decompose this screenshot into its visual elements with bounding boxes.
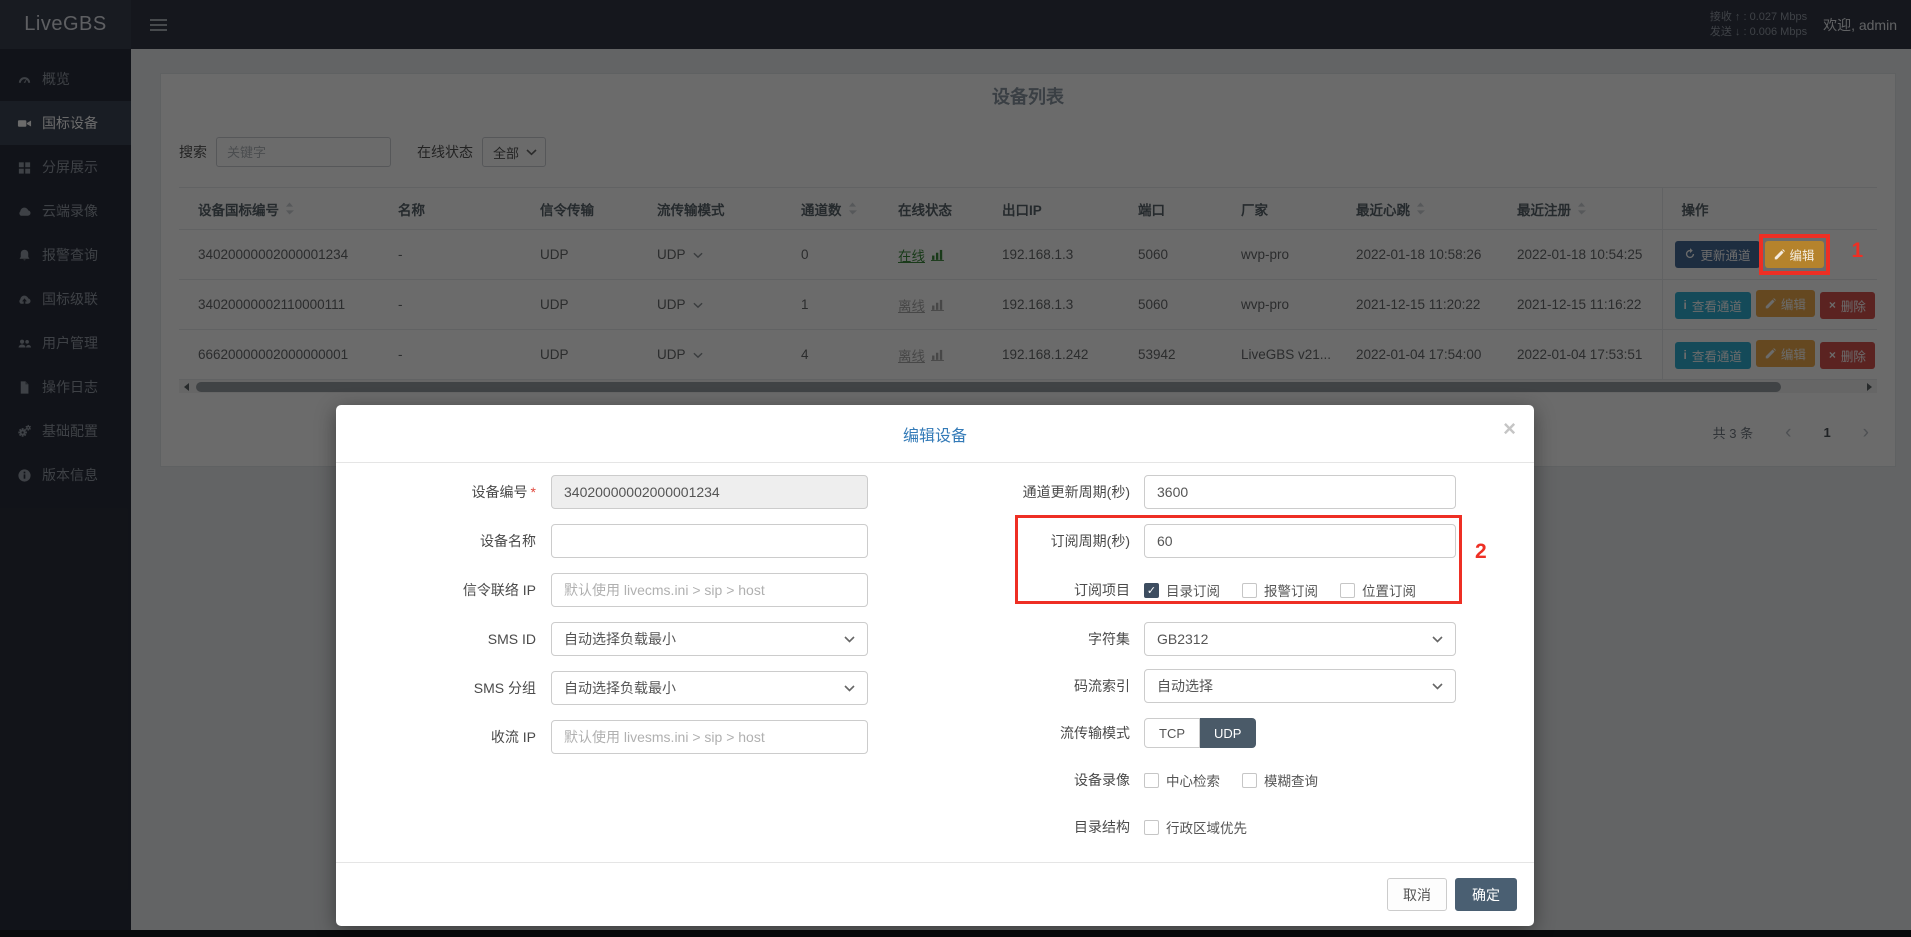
checked-checkbox-icon[interactable]: ✓ (1144, 583, 1159, 598)
form-control: 中心检索 模糊查询 (1144, 770, 1456, 790)
unchecked-checkbox-icon[interactable] (1340, 583, 1355, 598)
form-control (551, 524, 868, 558)
modal-title: 编辑设备 (903, 422, 967, 446)
form-row-channel-update-period: 通道更新周期(秒) (950, 475, 1490, 509)
form-row-subscribe-items: 订阅项目 ✓ 目录订阅 报警订阅 位置订阅 (950, 573, 1490, 607)
form-label: 字符集 (950, 629, 1130, 649)
subscribe-period-field[interactable] (1144, 524, 1456, 558)
form-row-signal-contact-ip: 信令联络 IP (376, 573, 950, 607)
form-label: SMS ID (376, 631, 536, 647)
sms-group-select[interactable]: 自动选择负载最小 (551, 671, 868, 705)
annotation-box-1: 编辑1 (1765, 241, 1824, 268)
charset-select[interactable]: GB2312 (1144, 622, 1456, 656)
checkbox-中心检索[interactable]: 中心检索 (1144, 770, 1220, 790)
form-label: 订阅项目 (950, 580, 1130, 600)
checkbox-label: 中心检索 (1166, 770, 1220, 790)
annotation-number-1: 1 (1852, 239, 1864, 263)
edit-button[interactable]: 编辑 (1765, 241, 1824, 268)
edit-pencil-icon (1774, 249, 1785, 260)
unchecked-checkbox-icon[interactable] (1242, 583, 1257, 598)
stream-index-select[interactable]: 自动选择 (1144, 669, 1456, 703)
checkbox-label: 模糊查询 (1264, 770, 1318, 790)
checkbox-label: 报警订阅 (1264, 580, 1318, 600)
stream-receive-ip-field[interactable] (551, 720, 868, 754)
chevron-down-icon (1432, 683, 1443, 690)
device-name-field[interactable] (551, 524, 868, 558)
cancel-button[interactable]: 取消 (1387, 878, 1447, 911)
form-row-stream-receive-ip: 收流 IP (376, 720, 950, 754)
form-row-subscribe-period: 订阅周期(秒) (950, 524, 1490, 558)
chevron-down-icon (844, 685, 855, 692)
modal-footer: 取消 确定 (336, 862, 1534, 926)
form-row-stream-transport-mode: 流传输模式 TCPUDP (950, 716, 1490, 750)
checkbox-位置订阅[interactable]: 位置订阅 (1340, 580, 1416, 600)
selected-value: 自动选择负载最小 (564, 629, 676, 649)
selected-value: 自动选择 (1157, 676, 1213, 696)
checkbox-行政区域优先[interactable]: 行政区域优先 (1144, 817, 1247, 837)
form-control (1144, 475, 1456, 509)
checkbox-label: 行政区域优先 (1166, 817, 1247, 837)
toggle-option-UDP[interactable]: UDP (1200, 718, 1256, 748)
form-row-stream-index: 码流索引 自动选择 (950, 669, 1490, 703)
checkbox-label: 目录订阅 (1166, 580, 1220, 600)
checkbox-报警订阅[interactable]: 报警订阅 (1242, 580, 1318, 600)
form-control (551, 573, 868, 607)
form-label: 通道更新周期(秒) (950, 482, 1130, 502)
form-label: SMS 分组 (376, 678, 536, 698)
confirm-button[interactable]: 确定 (1455, 878, 1517, 911)
modal-header: 编辑设备 × (336, 405, 1534, 463)
form-row-sms-id: SMS ID 自动选择负载最小 (376, 622, 950, 656)
sms-id-select[interactable]: 自动选择负载最小 (551, 622, 868, 656)
form-label: 订阅周期(秒) (950, 531, 1130, 551)
channel-update-period-field[interactable] (1144, 475, 1456, 509)
form-control (551, 720, 868, 754)
selected-value: 自动选择负载最小 (564, 678, 676, 698)
stream-transport-mode-toggle: TCPUDP (1144, 718, 1256, 748)
toggle-option-TCP[interactable]: TCP (1144, 718, 1200, 748)
form-label: 码流索引 (950, 676, 1130, 696)
unchecked-checkbox-icon[interactable] (1144, 820, 1159, 835)
required-asterisk: * (531, 484, 536, 500)
unchecked-checkbox-icon[interactable] (1242, 773, 1257, 788)
form-row-device-name: 设备名称 (376, 524, 950, 558)
modal-right-column: 通道更新周期(秒) 订阅周期(秒) 订阅项目 ✓ 目录订阅 报警订阅 位置订阅字符集 GB23… (950, 475, 1490, 857)
form-control: TCPUDP (1144, 718, 1456, 748)
form-control: ✓ 目录订阅 报警订阅 位置订阅 (1144, 580, 1456, 600)
form-control: 自动选择 (1144, 669, 1456, 703)
modal-body: 设备编号* 设备名称信令联络 IP SMS ID 自动选择负载最小 SMS 分组 自动选择… (336, 463, 1534, 857)
form-label: 收流 IP (376, 727, 536, 747)
chevron-down-icon (1432, 636, 1443, 643)
form-row-device-record: 设备录像 中心检索 模糊查询 (950, 763, 1490, 797)
close-icon[interactable]: × (1503, 418, 1516, 440)
form-control: 自动选择负载最小 (551, 622, 868, 656)
form-control (551, 475, 868, 509)
form-label: 设备录像 (950, 770, 1130, 790)
checkbox-模糊查询[interactable]: 模糊查询 (1242, 770, 1318, 790)
form-control: 自动选择负载最小 (551, 671, 868, 705)
form-row-device-id: 设备编号* (376, 475, 950, 509)
form-control: 行政区域优先 (1144, 817, 1456, 837)
form-label: 信令联络 IP (376, 580, 536, 600)
unchecked-checkbox-icon[interactable] (1144, 773, 1159, 788)
form-control: GB2312 (1144, 622, 1456, 656)
modal-left-column: 设备编号* 设备名称信令联络 IP SMS ID 自动选择负载最小 SMS 分组 自动选择… (376, 475, 950, 857)
form-label: 流传输模式 (950, 723, 1130, 743)
form-label: 设备名称 (376, 531, 536, 551)
form-control (1144, 524, 1456, 558)
form-row-catalog-structure: 目录结构 行政区域优先 (950, 810, 1490, 844)
form-row-charset: 字符集 GB2312 (950, 622, 1490, 656)
form-label: 设备编号* (376, 482, 536, 502)
form-row-sms-group: SMS 分组 自动选择负载最小 (376, 671, 950, 705)
form-label: 目录结构 (950, 817, 1130, 837)
checkbox-目录订阅[interactable]: ✓ 目录订阅 (1144, 580, 1220, 600)
edit-device-modal: 编辑设备 × 设备编号*设备名称信令联络 IPSMS ID自动选择负载最小SMS… (336, 405, 1534, 926)
device-id-field[interactable] (551, 475, 868, 509)
signal-contact-ip-field[interactable] (551, 573, 868, 607)
chevron-down-icon (844, 636, 855, 643)
checkbox-label: 位置订阅 (1362, 580, 1416, 600)
selected-value: GB2312 (1157, 631, 1208, 647)
